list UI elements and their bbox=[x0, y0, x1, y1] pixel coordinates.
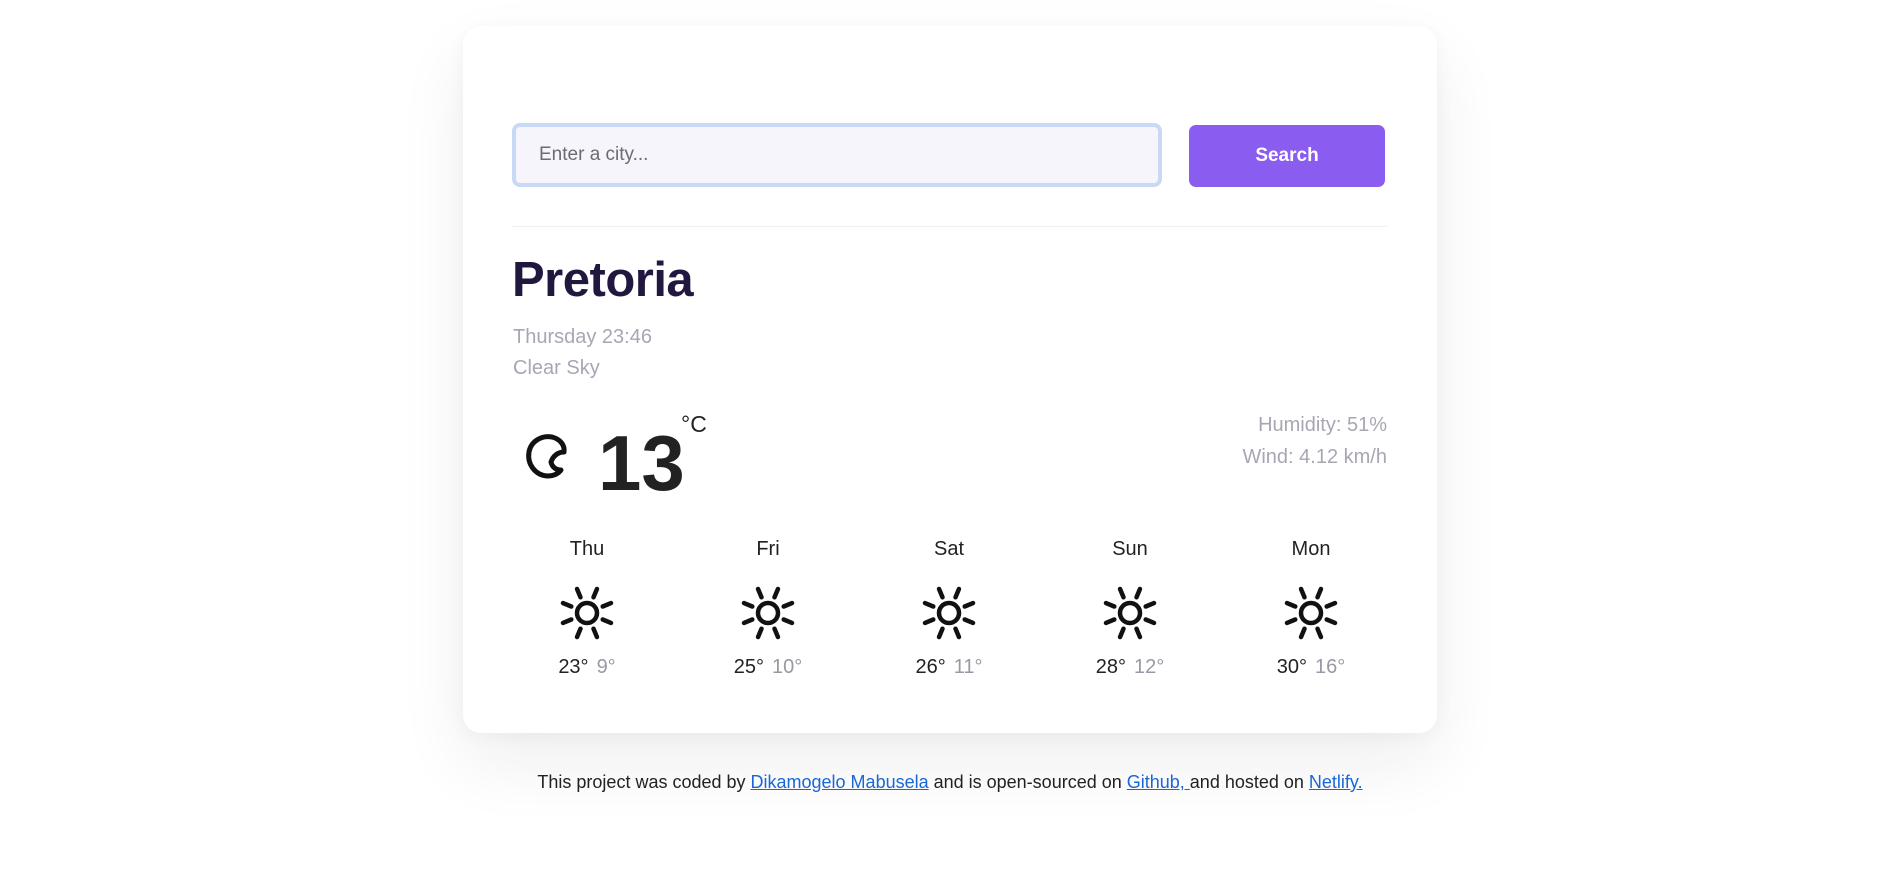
forecast-min-temp: 11° bbox=[953, 656, 983, 678]
footer-text: This project was coded by bbox=[537, 772, 751, 792]
forecast-min-temp: 10° bbox=[772, 656, 803, 678]
forecast-day: Thu 23° 9° bbox=[512, 538, 662, 679]
forecast-max-temp: 30° bbox=[1276, 656, 1307, 678]
clear-night-moon-icon bbox=[526, 434, 567, 479]
forecast-day: Fri 25° 10° bbox=[693, 538, 843, 679]
netlify-link[interactable]: Netlify. bbox=[1309, 772, 1363, 792]
forecast-day-name: Mon bbox=[1291, 538, 1331, 560]
forecast-temps: 23° 9° bbox=[512, 656, 662, 679]
forecast-max-temp: 25° bbox=[733, 656, 764, 678]
forecast-max-temp: 23° bbox=[558, 656, 589, 678]
forecast-row: Thu 23° 9° Fri 25° 10° Sat 26° 11° Sun 28° 1… bbox=[512, 538, 1387, 698]
current-date-time: Thursday 23:46 bbox=[513, 326, 652, 348]
forecast-temps: 26° 11° bbox=[874, 656, 1024, 679]
temperature-unit-celsius[interactable]: °C bbox=[681, 411, 707, 438]
sun-icon bbox=[560, 586, 614, 640]
sun-icon bbox=[1103, 586, 1157, 640]
forecast-temps: 28° 12° bbox=[1055, 656, 1205, 679]
sun-icon bbox=[1284, 586, 1338, 640]
footer-text: and is open-sourced on bbox=[928, 772, 1127, 792]
current-temperature: 13 bbox=[598, 419, 685, 507]
forecast-day: Sun 28° 12° bbox=[1055, 538, 1205, 679]
forecast-min-temp: 9° bbox=[596, 656, 616, 678]
forecast-temps: 30° 16° bbox=[1236, 656, 1386, 679]
sun-icon bbox=[741, 586, 795, 640]
humidity-readout: Humidity: 51% bbox=[1258, 414, 1387, 436]
footer-text: and hosted on bbox=[1189, 772, 1309, 792]
search-form: Search bbox=[512, 123, 1387, 193]
sun-icon bbox=[922, 586, 976, 640]
github-link[interactable]: Github, bbox=[1127, 772, 1190, 792]
weather-description: Clear Sky bbox=[513, 357, 600, 379]
forecast-min-temp: 12° bbox=[1134, 656, 1165, 678]
search-button[interactable]: Search bbox=[1189, 125, 1385, 187]
forecast-min-temp: 16° bbox=[1315, 656, 1346, 678]
forecast-day: Sat 26° 11° bbox=[874, 538, 1024, 679]
city-search-input[interactable] bbox=[512, 123, 1162, 187]
forecast-day-name: Thu bbox=[569, 538, 605, 560]
wind-readout: Wind: 4.12 km/h bbox=[1242, 446, 1387, 468]
forecast-day-name: Sun bbox=[1112, 538, 1148, 560]
divider bbox=[512, 226, 1387, 227]
footer-credits: This project was coded by Dikamogelo Mab… bbox=[0, 772, 1889, 793]
forecast-day-name: Sat bbox=[933, 538, 965, 560]
weather-card: Search Pretoria Thursday 23:46 Clear Sky… bbox=[463, 26, 1437, 733]
forecast-temps: 25° 10° bbox=[693, 656, 843, 679]
city-name: Pretoria bbox=[512, 253, 694, 307]
author-link[interactable]: Dikamogelo Mabusela bbox=[751, 772, 929, 792]
forecast-day: Mon 30° 16° bbox=[1236, 538, 1386, 679]
forecast-max-temp: 26° bbox=[915, 656, 946, 678]
forecast-max-temp: 28° bbox=[1095, 656, 1126, 678]
forecast-day-name: Fri bbox=[756, 538, 780, 560]
